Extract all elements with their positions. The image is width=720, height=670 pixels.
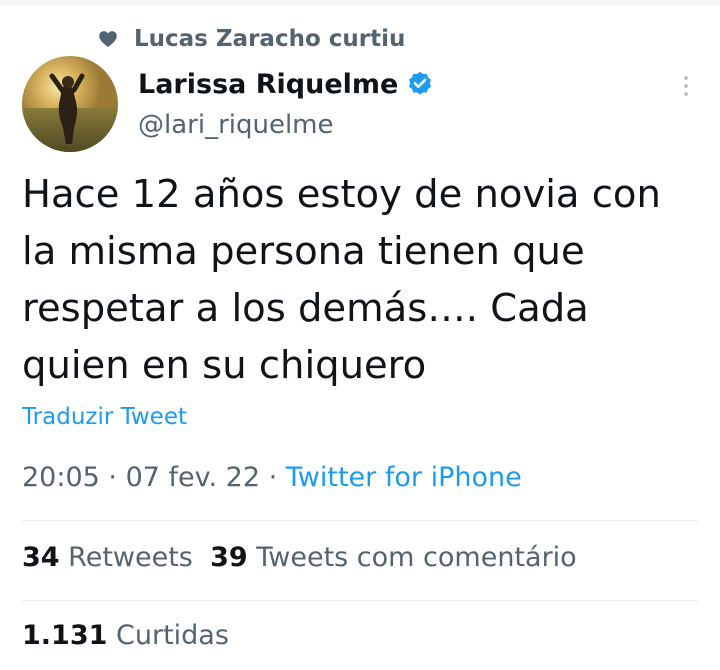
author-name-row[interactable]: Larissa Riquelme bbox=[138, 64, 434, 104]
heart-icon bbox=[98, 29, 118, 49]
retweets-count: 34 bbox=[22, 542, 60, 573]
retweets-stat[interactable]: 34 Retweets bbox=[22, 542, 193, 573]
avatar[interactable] bbox=[22, 56, 118, 152]
translate-tweet-link[interactable]: Traduzir Tweet bbox=[22, 404, 187, 430]
quote-tweets-label: Tweets com comentário bbox=[256, 542, 577, 573]
likes-stat[interactable]: 1.131 Curtidas bbox=[22, 620, 229, 651]
tweet-text: Hace 12 años estoy de novia con la misma… bbox=[22, 166, 692, 394]
top-divider bbox=[0, 0, 720, 5]
tweet-source-link[interactable]: Twitter for iPhone bbox=[286, 462, 522, 493]
more-dot-icon bbox=[684, 92, 688, 96]
social-context[interactable]: Lucas Zaracho curtiu bbox=[98, 24, 405, 54]
more-dot-icon bbox=[684, 84, 688, 88]
likes-count: 1.131 bbox=[22, 620, 108, 651]
meta-separator: · bbox=[260, 462, 286, 493]
meta-separator: · bbox=[99, 462, 126, 493]
quote-tweets-stat[interactable]: 39 Tweets com comentário bbox=[210, 542, 577, 573]
tweet-text-line: Hace 12 años estoy de novia con bbox=[22, 172, 661, 217]
author-name[interactable]: Larissa Riquelme bbox=[138, 69, 398, 100]
likes-label: Curtidas bbox=[116, 620, 229, 651]
divider bbox=[22, 600, 698, 601]
tweet-text-line: respetar a los demás…. Cada bbox=[22, 286, 589, 331]
tweet-text-line: quien en su chiquero bbox=[22, 343, 427, 388]
quote-tweets-count: 39 bbox=[210, 542, 248, 573]
tweet-date[interactable]: 07 fev. 22 bbox=[126, 462, 260, 493]
tweet-detail-view: Lucas Zaracho curtiu Larissa Riquelme @l… bbox=[0, 0, 720, 670]
more-options-button[interactable] bbox=[672, 70, 700, 102]
retweets-label: Retweets bbox=[68, 542, 193, 573]
more-dot-icon bbox=[684, 76, 688, 80]
tweet-text-line: la misma persona tienen que bbox=[22, 229, 585, 274]
engagement-stats: 34 Retweets 39 Tweets com comentário bbox=[22, 542, 577, 573]
tweet-meta: 20:05 · 07 fev. 22 · Twitter for iPhone bbox=[22, 462, 522, 493]
tweet-time[interactable]: 20:05 bbox=[22, 462, 100, 493]
author-handle[interactable]: @lari_riquelme bbox=[138, 110, 334, 140]
verified-badge-icon bbox=[406, 70, 434, 98]
divider bbox=[22, 520, 698, 521]
liked-by-text: Lucas Zaracho curtiu bbox=[134, 26, 406, 52]
